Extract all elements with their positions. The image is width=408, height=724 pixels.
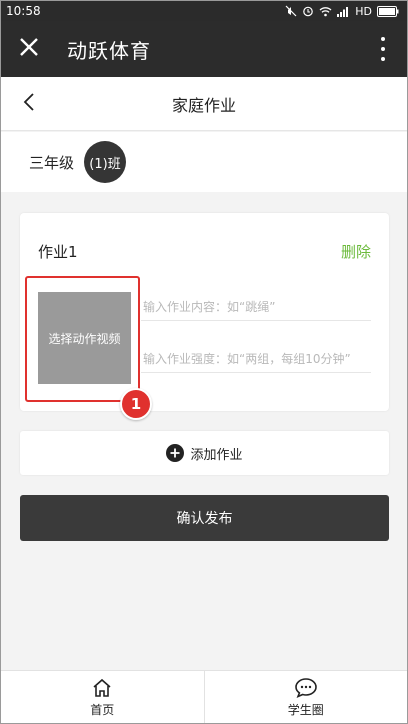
homework-card: 作业1 删除 选择动作视频 1 (20, 213, 389, 420)
video-picker-highlight: 选择动作视频 (25, 276, 140, 402)
plus-circle-icon (166, 444, 185, 462)
network-type: HD (355, 4, 372, 18)
tab-student-circle[interactable]: 学生圈 (203, 671, 408, 723)
tab-home[interactable]: 首页 (1, 671, 204, 723)
alarm-icon (302, 5, 314, 17)
status-bar: 10:58 HD (1, 1, 407, 21)
homework-content-input[interactable] (141, 293, 371, 321)
confirm-publish-label: 确认发布 (176, 511, 233, 527)
more-menu-button[interactable] (373, 37, 393, 61)
home-icon (90, 677, 114, 699)
tab-bar: 首页 学生圈 (1, 670, 407, 723)
confirm-publish-button[interactable]: 确认发布 (20, 495, 389, 541)
more-vertical-icon (381, 37, 385, 41)
wifi-icon (319, 6, 332, 17)
close-button[interactable] (1, 21, 57, 77)
close-icon (19, 37, 39, 61)
add-homework-label: 添加作业 (190, 447, 243, 463)
tab-student-circle-label: 学生圈 (287, 702, 324, 717)
status-time: 10:58 (6, 4, 41, 18)
tab-home-label: 首页 (90, 702, 115, 717)
video-picker-button[interactable]: 选择动作视频 (38, 292, 131, 384)
back-button[interactable] (17, 90, 41, 118)
page-header: 家庭作业 (1, 77, 407, 131)
class-badge[interactable]: (1)班 (84, 141, 127, 183)
battery-icon (377, 5, 399, 17)
mute-icon (285, 5, 297, 17)
app-bar: 动跃体育 (1, 21, 407, 77)
signal-icon (337, 6, 350, 17)
homework-intensity-input[interactable] (141, 345, 371, 373)
homework-title: 作业1 (38, 243, 78, 261)
step-badge: 1 (120, 388, 152, 420)
grade-label: 三年级 (29, 153, 75, 172)
chevron-left-icon (22, 92, 36, 116)
app-title: 动跃体育 (67, 38, 151, 63)
page-title: 家庭作业 (171, 95, 236, 115)
add-homework-button[interactable]: 添加作业 (20, 431, 389, 475)
class-info-row: 三年级 (1)班 (1, 132, 407, 192)
status-icons: HD (285, 5, 399, 18)
delete-homework-button[interactable]: 删除 (341, 241, 371, 262)
chat-icon (294, 677, 318, 699)
